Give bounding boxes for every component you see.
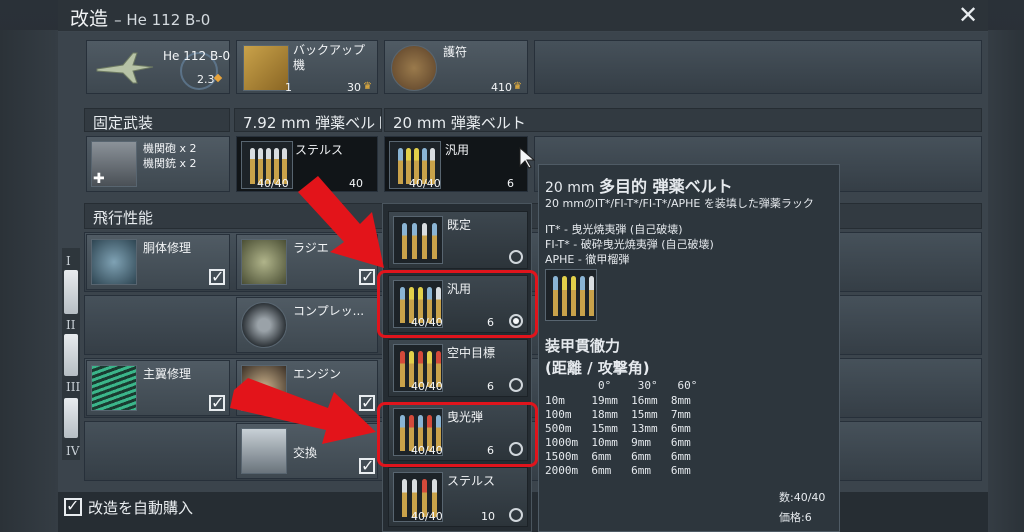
- wing-icon: [91, 365, 137, 411]
- mod-fuselage-repair[interactable]: 胴体修理: [86, 234, 230, 290]
- close-icon[interactable]: ✕: [956, 3, 980, 28]
- header-belt-20: 20 mm 弾薬ベルト: [384, 108, 982, 132]
- bullets-icon: [393, 216, 443, 264]
- header-flight: 飛行性能: [84, 203, 982, 229]
- talisman-card[interactable]: 護符 410 ♛: [384, 40, 528, 94]
- backup-label: バックアップ 機: [293, 43, 366, 72]
- belt-20-price: 6: [507, 177, 514, 190]
- backup-card[interactable]: バックアップ 機 1 30 ♛: [236, 40, 378, 94]
- window-title: 改造 – He 112 B-0: [70, 8, 211, 30]
- dropdown-item-ammo: 40/40: [411, 380, 443, 393]
- dropdown-item-label: ステルス: [447, 474, 496, 488]
- pen-row: 100m 18mm 15mm 7mm: [545, 408, 691, 421]
- tooltip-line: FI-T* - 破砕曳光焼夷弾 (自己破壊): [545, 238, 714, 251]
- header-fixed-weapons: 固定武装: [84, 108, 230, 132]
- dropdown-item-label: 既定: [447, 218, 472, 232]
- aircraft-name: He 112 B-0: [163, 49, 231, 63]
- mouse-cursor-icon: [519, 146, 536, 169]
- pen-subtitle: (距離 / 攻撃角): [545, 359, 650, 377]
- radiator-icon: [241, 239, 287, 285]
- tooltip-panel: 20 mm 多目的 弾薬ベルト 20 mmのIT*/FI-T*/FI-T*/AP…: [538, 164, 840, 532]
- checkbox-icon[interactable]: [209, 267, 225, 286]
- mod-label: 胴体修理: [143, 241, 192, 255]
- dropdown-item-price: 10: [481, 510, 495, 523]
- wrench-plus-icon: ✚: [93, 171, 105, 187]
- belt-792-ammo: 40/40: [257, 177, 289, 190]
- auto-buy-checkbox[interactable]: [64, 496, 82, 516]
- aircraft-icon: [96, 52, 154, 84]
- right-backdrop: [988, 30, 1024, 532]
- highlight-universal: [377, 270, 538, 338]
- tier-arrow: [64, 334, 78, 376]
- highlight-tracers: [377, 402, 538, 467]
- tooltip-title: 20 mm 多目的 弾薬ベルト: [545, 177, 733, 196]
- tooltip-bullets-icon: [545, 269, 597, 321]
- tier-4-label: IV: [66, 444, 80, 458]
- mod-wing-repair[interactable]: 主翼修理: [86, 360, 230, 416]
- fuselage-icon: [91, 239, 137, 285]
- pen-title: 装甲貫徹力: [545, 337, 621, 355]
- dropdown-item-stealth[interactable]: ステルス 40/40 10: [388, 467, 528, 527]
- backup-plane-icon: [243, 45, 289, 91]
- dropdown-item-default[interactable]: 既定: [388, 211, 528, 269]
- weapons-card[interactable]: ✚ 機関砲 x 2 機関銃 x 2: [86, 136, 230, 192]
- belt-20-ammo: 40/40: [409, 177, 441, 190]
- dropdown-item-ammo: 40/40: [411, 510, 443, 523]
- mod-compressor[interactable]: コンプレッ...: [236, 297, 378, 353]
- guns-label: 機関砲 x 2 機関銃 x 2: [143, 142, 197, 170]
- tooltip-line: APHE - 徹甲榴弾: [545, 253, 630, 266]
- radio-icon[interactable]: [509, 508, 523, 522]
- mod-label: 主翼修理: [143, 367, 192, 381]
- belt-20-name: 汎用: [445, 143, 470, 157]
- pen-row: 500m 15mm 13mm 6mm: [545, 422, 691, 435]
- tooltip-desc: 20 mmのIT*/FI-T*/FI-T*/APHE を装填した弾薬ラック: [545, 197, 814, 210]
- window-subtitle: – He 112 B-0: [114, 11, 211, 29]
- tooltip-count: 数:40/40: [779, 491, 826, 504]
- pen-row: 1000m 10mm 9mm 6mm: [545, 436, 691, 449]
- checkbox-icon[interactable]: [209, 393, 225, 412]
- belt-20-card[interactable]: 汎用 40/40 6: [384, 136, 528, 192]
- tier-arrow: [64, 270, 78, 314]
- dropdown-item-label: 空中目標: [447, 346, 496, 360]
- tier-2-label: II: [66, 318, 76, 332]
- belt-792-name: ステルス: [295, 143, 344, 157]
- radio-icon[interactable]: [509, 378, 523, 392]
- tier-1-label: I: [66, 254, 71, 268]
- talisman-price: 410: [491, 81, 512, 94]
- checkbox-icon[interactable]: [359, 456, 375, 475]
- mod-label: コンプレッ...: [293, 304, 365, 318]
- pen-row: 1500m 6mm 6mm 6mm: [545, 450, 691, 463]
- tooltip-price: 価格:6: [779, 511, 812, 524]
- talisman-icon: [391, 45, 437, 91]
- top-row-empty: [534, 40, 982, 94]
- pen-row: 2000m 6mm 6mm 6mm: [545, 464, 691, 477]
- tier-arrow: [64, 398, 78, 438]
- dropdown-item-price: 6: [487, 380, 494, 393]
- red-arrow-icon: [298, 176, 384, 268]
- red-arrow-icon: [230, 378, 376, 444]
- backup-count: 1: [285, 81, 292, 94]
- aircraft-card[interactable]: He 112 B-0 2.3: [86, 40, 230, 94]
- radio-icon[interactable]: [509, 250, 523, 264]
- pen-row: 10m 19mm 16mm 8mm: [545, 394, 691, 407]
- crown-icon: ♛: [513, 81, 522, 92]
- tooltip-line: IT* - 曳光焼夷弾 (自己破壊): [545, 223, 683, 236]
- backup-price: 30: [347, 81, 361, 94]
- talisman-label: 護符: [443, 45, 468, 59]
- header-belt-792: 7.92 mm 弾薬ベルト: [234, 108, 382, 132]
- dropdown-item-air-targets[interactable]: 空中目標 40/40 6: [388, 339, 528, 397]
- tier-3-label: III: [66, 380, 81, 394]
- compressor-icon: [241, 302, 287, 348]
- crown-icon: ♛: [363, 81, 372, 92]
- aircraft-rating: 2.3: [197, 73, 215, 86]
- left-backdrop: [0, 30, 58, 532]
- pen-header: 0° 30° 60°: [545, 379, 698, 392]
- auto-buy-label: 改造を自動購入: [88, 499, 194, 517]
